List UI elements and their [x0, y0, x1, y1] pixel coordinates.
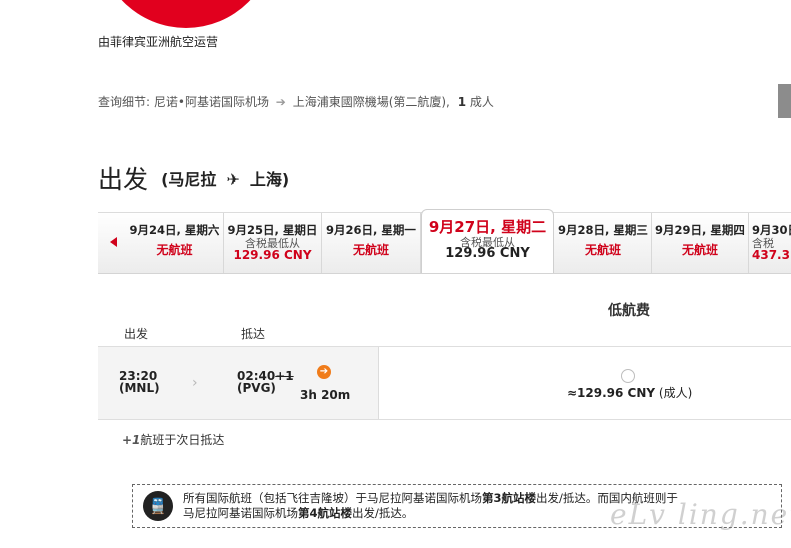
fare-cell — [379, 347, 791, 419]
date-label: 9月27日, 星期二 — [428, 218, 547, 236]
arrive-column-header: 抵达 — [241, 327, 266, 341]
date-tab-sep28[interactable]: 9月28日, 星期三 无航班 — [555, 213, 652, 273]
fare-amount: ≈129.96 CNY — [567, 386, 656, 400]
pax-label: 成人 — [469, 95, 494, 109]
query-destination: 上海浦東國際機場(第二航廈), — [292, 95, 450, 109]
date-label: 9月30日 — [752, 223, 791, 237]
column-divider — [378, 347, 379, 419]
date-label: 9月26日, 星期一 — [326, 223, 416, 237]
plane-icon: ✈ — [226, 170, 240, 189]
date-label: 9月25日, 星期日 — [227, 223, 318, 237]
no-flight-label: 无航班 — [681, 243, 718, 257]
fare-pax-type: (成人) — [658, 386, 693, 400]
query-label: 查询细节: — [98, 95, 151, 109]
date-label: 9月24日, 星期六 — [129, 223, 220, 237]
next-day-mark: +1 — [122, 433, 141, 447]
date-tab-sep25[interactable]: 9月25日, 星期日 含税最低从 129.96 CNY — [224, 213, 322, 273]
next-day-note: +1航班于次日抵达 — [122, 431, 224, 448]
chevron-right-icon: › — [192, 375, 198, 391]
notice-part: 所有国际航班（包括飞往吉隆坡）于马尼拉阿基诺国际机场 — [183, 491, 482, 505]
route-summary: (马尼拉 ✈ 上海) — [161, 170, 289, 189]
arrow-right-icon: ➔ — [275, 95, 286, 109]
date-price: 437.3 — [752, 248, 790, 262]
date-tab-sep30[interactable]: 9月30日 含税 437.3 — [749, 213, 791, 273]
date-price: 129.96 CNY — [233, 248, 312, 262]
flight-details-arrow-icon[interactable]: ➔ — [317, 365, 331, 379]
query-origin: 尼诺•阿基诺国际机场 — [153, 95, 269, 109]
no-flight-label: 无航班 — [352, 243, 389, 257]
notice-part: 出发/抵达。 — [352, 506, 414, 520]
no-flight-label: 无航班 — [584, 243, 621, 257]
arrival-airport: (PVG) — [237, 381, 276, 395]
next-day-text: 航班于次日抵达 — [140, 433, 225, 447]
fare-price: ≈129.96 CNY (成人) — [567, 384, 692, 401]
watermark: eLv ling.net — [610, 498, 791, 531]
notice-terminal-4: 第4航站楼 — [298, 506, 353, 520]
fare-select-radio[interactable] — [621, 369, 635, 383]
flight-row: 23:20 (MNL) › 02:40+1 (PVG) ➔ 3h 20m ≈12… — [98, 346, 791, 420]
date-label: 9月29日, 星期四 — [655, 223, 745, 237]
date-selector: 9月24日, 星期六 无航班 9月25日, 星期日 含税最低从 129.96 C… — [98, 209, 791, 274]
pax-count: 1 — [457, 95, 467, 109]
date-tab-sep24[interactable]: 9月24日, 星期六 无航班 — [126, 213, 224, 273]
route-destination: 上海) — [249, 170, 290, 189]
date-label: 9月28日, 星期三 — [558, 223, 648, 237]
next-day-marker: +1 — [275, 369, 294, 383]
date-tab-sep26[interactable]: 9月26日, 星期一 无航班 — [322, 213, 421, 273]
airasia-logo — [98, 0, 274, 28]
flight-duration: 3h 20m — [300, 388, 351, 402]
depart-column-header: 出发 — [124, 327, 149, 341]
date-tab-sep27-selected[interactable]: 9月27日, 星期二 含税最低从 129.96 CNY — [421, 209, 554, 273]
departure-airport: (MNL) — [119, 381, 160, 395]
train-icon: 🚆 — [143, 491, 173, 521]
date-tab-sep29[interactable]: 9月29日, 星期四 无航班 — [652, 213, 749, 273]
operated-by-text: 由菲律宾亚洲航空运营 — [98, 35, 219, 49]
notice-terminal-3: 第3航站楼 — [482, 491, 537, 505]
departure-heading: 出发 (马尼拉 ✈ 上海) — [98, 160, 289, 196]
route-origin: (马尼拉 — [161, 170, 217, 189]
side-scroll-handle[interactable] — [778, 84, 791, 118]
prev-dates-arrow-icon[interactable] — [110, 237, 117, 247]
page-title: 出发 — [98, 165, 149, 194]
query-details: 查询细节: 尼诺•阿基诺国际机场 ➔ 上海浦東國際機場(第二航廈), 1 成人 — [98, 93, 494, 110]
low-fare-header: 低航费 — [608, 303, 650, 319]
date-price: 129.96 CNY — [445, 246, 530, 261]
no-flight-label: 无航班 — [156, 243, 193, 257]
notice-part: 马尼拉阿基诺国际机场 — [183, 506, 298, 520]
